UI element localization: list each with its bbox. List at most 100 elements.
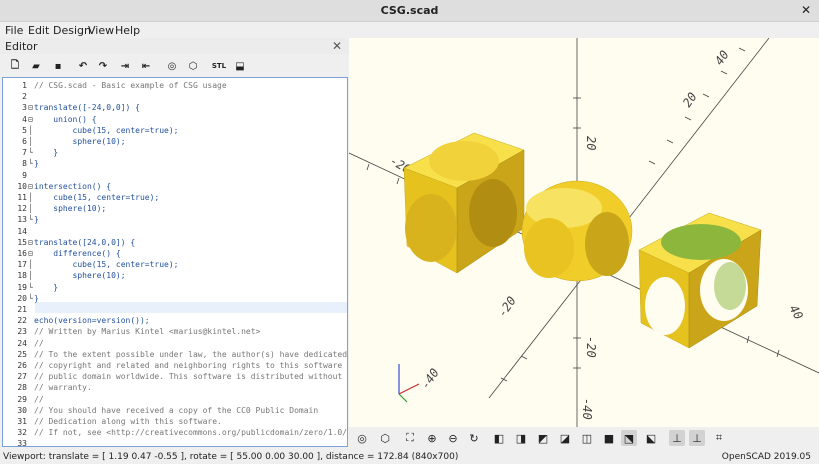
code-line: // To the extent possible under law, the… bbox=[34, 349, 348, 359]
line-number: 16 bbox=[17, 249, 27, 258]
code-line: // bbox=[34, 338, 44, 348]
version-label: OpenSCAD 2019.05 bbox=[721, 452, 811, 462]
view-bottom-icon[interactable]: ◩ bbox=[535, 430, 551, 446]
viewport-toolbar: ◎ ⬡ ⛶ ⊕ ⊖ ↻ ◧ ◨ ◩ ◪ ◫ ■ ⬔ ⬕ ⊥ ⊥ ⌗ bbox=[349, 427, 819, 449]
3d-viewport[interactable]: 20 -20 -40 40 20 40 -20 -40 -20 bbox=[349, 38, 819, 427]
render-icon[interactable]: ⬡ bbox=[185, 58, 201, 74]
view-left-icon[interactable]: ◪ bbox=[557, 430, 573, 446]
editor-header: Editor ✕ bbox=[0, 38, 349, 54]
indent-icon[interactable]: ⇥ bbox=[117, 58, 133, 74]
view-all-icon[interactable]: ⛶ bbox=[402, 430, 418, 446]
menu-bar: File Edit Design View Help bbox=[0, 22, 819, 38]
line-number: 5 bbox=[22, 125, 27, 135]
difference-object bbox=[638, 212, 762, 349]
status-bar: Viewport: translate = [ 1.19 0.47 -0.55 … bbox=[0, 452, 819, 464]
editor-toolbar: 🗋 ▰ ▪ ↶ ↷ ⇥ ⇤ ◎ ⬡ STL ⬓ bbox=[0, 56, 349, 76]
close-editor-icon[interactable]: ✕ bbox=[332, 39, 342, 53]
x-pos-label: 40 bbox=[786, 303, 805, 323]
view-top-icon[interactable]: ◨ bbox=[513, 430, 529, 446]
code-line: cube(15, center=true); bbox=[34, 193, 160, 202]
save-icon[interactable]: ▪ bbox=[50, 58, 66, 74]
view-front-icon[interactable]: ◫ bbox=[579, 430, 595, 446]
code-line: // copyright and related and neighboring… bbox=[34, 361, 348, 370]
line-number: 21 bbox=[17, 305, 27, 314]
line-number: 23 bbox=[17, 327, 27, 337]
line-number: 19 bbox=[17, 282, 27, 292]
y-pos1-label: 20 bbox=[680, 90, 700, 110]
code-line: intersection() { bbox=[34, 181, 112, 191]
scene-svg: 20 -20 -40 40 20 40 -20 -40 -20 bbox=[349, 38, 819, 427]
axes-gizmo bbox=[398, 364, 420, 403]
line-number: 22 bbox=[17, 316, 27, 326]
reset-view-icon[interactable]: ↻ bbox=[466, 430, 482, 446]
menu-help[interactable]: Help bbox=[115, 24, 140, 37]
orthogonal-icon[interactable]: ⬕ bbox=[643, 430, 659, 446]
show-edges-icon[interactable]: ⌗ bbox=[711, 430, 727, 446]
menu-edit[interactable]: Edit bbox=[28, 24, 49, 37]
show-axes-icon[interactable]: ⊥ bbox=[669, 430, 685, 446]
code-line: // Dedication along with this software. bbox=[34, 417, 222, 426]
current-line-highlight bbox=[3, 302, 347, 313]
code-line: } bbox=[34, 293, 39, 303]
line-number: 11 bbox=[17, 193, 27, 202]
new-file-icon[interactable]: 🗋 bbox=[7, 58, 23, 74]
line-number: 14 bbox=[17, 226, 27, 236]
view-back-icon[interactable]: ■ bbox=[601, 430, 617, 446]
code-line: cube(15, center=true); bbox=[34, 125, 179, 135]
code-line: // CSG.scad - Basic example of CSG usage bbox=[34, 81, 227, 90]
code-line: difference() { bbox=[34, 249, 121, 258]
perspective-icon[interactable]: ⬔ bbox=[621, 430, 637, 446]
intersection-object bbox=[521, 180, 633, 282]
line-number: 9 bbox=[22, 170, 27, 180]
line-number: 17 bbox=[17, 260, 27, 270]
zoom-out-icon[interactable]: ⊖ bbox=[445, 430, 461, 446]
code-line: // If not, see <http://creativecommons.o… bbox=[34, 428, 348, 438]
code-line: } bbox=[34, 282, 59, 292]
code-editor[interactable]: 1 // CSG.scad - Basic example of CSG usag… bbox=[2, 77, 348, 447]
code-line: // bbox=[34, 394, 44, 404]
view-right-icon[interactable]: ◧ bbox=[491, 430, 507, 446]
preview-icon[interactable]: ◎ bbox=[164, 58, 180, 74]
viewport-status: Viewport: translate = [ 1.19 0.47 -0.55 … bbox=[3, 452, 459, 462]
code-line: // warranty. bbox=[34, 383, 92, 393]
code-line: } bbox=[34, 215, 39, 225]
undo-icon[interactable]: ↶ bbox=[75, 58, 91, 74]
code-line: // public domain worldwide. This softwar… bbox=[34, 372, 348, 382]
y-neg1-label: -20 bbox=[495, 294, 519, 320]
z-pos-label: 20 bbox=[584, 136, 598, 150]
line-number: 32 bbox=[17, 428, 27, 438]
menu-view[interactable]: View bbox=[88, 24, 114, 37]
redo-icon[interactable]: ↷ bbox=[95, 58, 111, 74]
title-bar: CSG.scad ✕ bbox=[0, 0, 819, 22]
code-line: // You should have received a copy of th… bbox=[34, 405, 319, 415]
render-view-icon[interactable]: ⬡ bbox=[377, 430, 393, 446]
line-number: 15 bbox=[17, 237, 27, 247]
y-neg2-label: -40 bbox=[418, 366, 442, 392]
line-number: 4 bbox=[22, 114, 27, 124]
code-line: translate([24,0,0]) { bbox=[34, 237, 136, 247]
z-neg-label: -20 bbox=[584, 336, 598, 358]
export-stl-icon[interactable]: STL bbox=[211, 58, 227, 74]
line-number: 33 bbox=[17, 439, 27, 447]
code-line: sphere(10); bbox=[34, 271, 126, 281]
preview-view-icon[interactable]: ◎ bbox=[354, 430, 370, 446]
zoom-in-icon[interactable]: ⊕ bbox=[424, 430, 440, 446]
code-line: echo(version=version()); bbox=[34, 316, 150, 326]
menu-file[interactable]: File bbox=[5, 24, 23, 37]
code-line: translate([-24,0,0]) { bbox=[34, 103, 140, 113]
line-number: 7 bbox=[22, 148, 27, 158]
line-number: 25 bbox=[17, 349, 27, 359]
open-file-icon[interactable]: ▰ bbox=[28, 58, 44, 74]
menu-design[interactable]: Design bbox=[53, 24, 91, 37]
close-window-icon[interactable]: ✕ bbox=[801, 3, 811, 17]
line-number: 2 bbox=[22, 92, 27, 102]
show-scale-icon[interactable]: ⊥ bbox=[689, 430, 705, 446]
line-number: 6 bbox=[22, 137, 27, 146]
code-line: // Written by Marius Kintel <marius@kint… bbox=[34, 327, 261, 337]
send-to-print-icon[interactable]: ⬓ bbox=[232, 58, 248, 74]
window-title: CSG.scad bbox=[380, 4, 439, 17]
line-number: 10 bbox=[17, 181, 27, 191]
line-number: 26 bbox=[17, 361, 27, 370]
line-number: 27 bbox=[17, 372, 27, 382]
unindent-icon[interactable]: ⇤ bbox=[138, 58, 154, 74]
